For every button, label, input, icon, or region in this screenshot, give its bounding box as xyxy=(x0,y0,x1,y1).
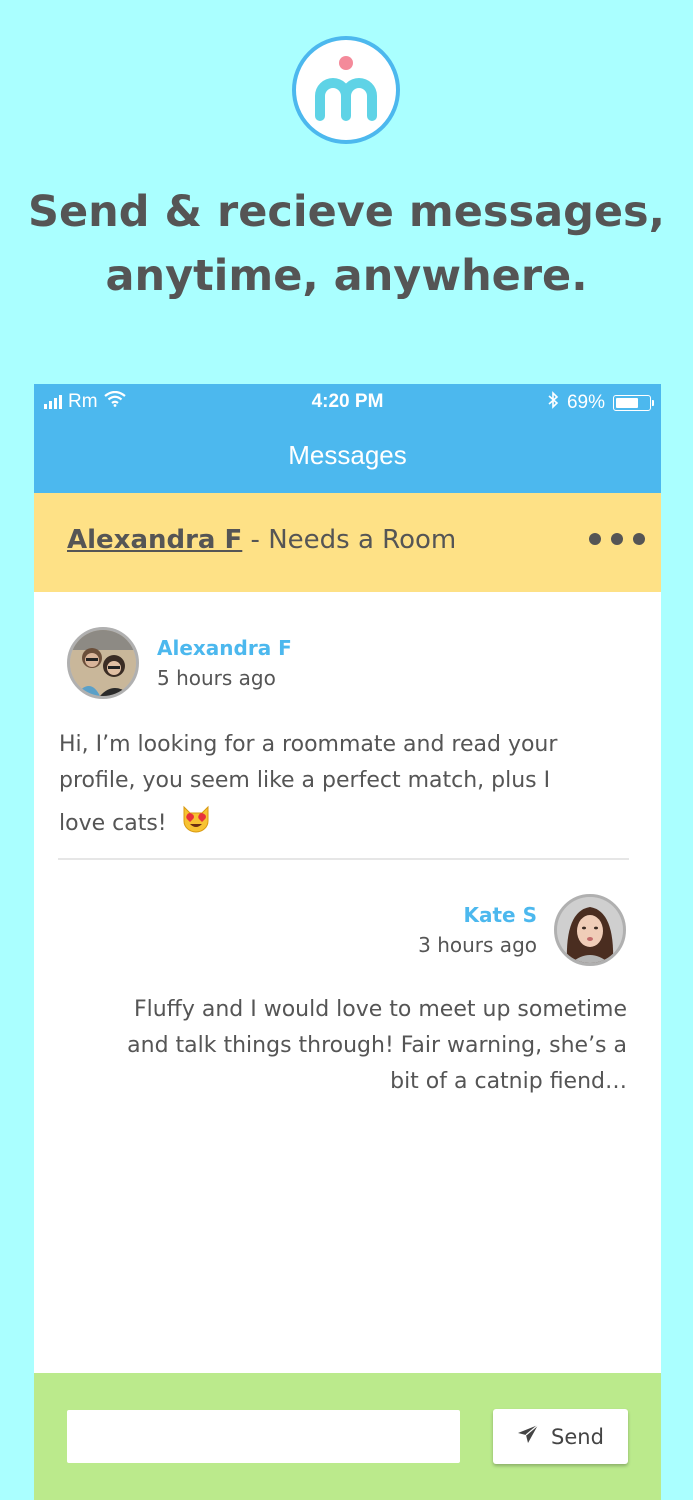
app-logo xyxy=(292,36,400,144)
message-2-line-1: Fluffy and I would love to meet up somet… xyxy=(133,997,627,1022)
message-body-2: Fluffy and I would love to meet up somet… xyxy=(67,992,627,1100)
thread-title: Alexandra F - Needs a Room xyxy=(67,525,456,555)
message-time-1: 5 hours ago xyxy=(157,666,276,690)
status-right: 69% xyxy=(547,391,654,415)
avatar-kate[interactable] xyxy=(554,894,626,966)
avatar-alexandra[interactable] xyxy=(67,627,139,699)
paper-plane-icon xyxy=(517,1424,539,1449)
battery-icon xyxy=(613,395,654,411)
message-divider xyxy=(58,858,629,860)
message-1-line-2: profile, you seem like a perfect match, … xyxy=(59,768,551,793)
phone-screen: Rm 4:20 PM 69% Messages Alexandra F - Ne… xyxy=(34,384,661,1500)
headline: Send & recieve messages, anytime, anywhe… xyxy=(0,180,693,308)
message-author-2[interactable]: Kate S xyxy=(464,903,538,927)
battery-percent: 69% xyxy=(566,392,605,413)
nav-bar: Messages xyxy=(34,418,661,493)
message-composer: Send xyxy=(34,1373,661,1500)
message-input[interactable] xyxy=(67,1410,460,1463)
message-1-line-3-text: love cats! xyxy=(59,811,167,836)
message-2-line-3: bit of a catnip fiend… xyxy=(390,1069,627,1094)
send-button[interactable]: Send xyxy=(493,1409,628,1464)
send-button-label: Send xyxy=(551,1424,604,1449)
heart-eyes-cat-emoji xyxy=(180,803,212,845)
status-bar: Rm 4:20 PM 69% xyxy=(34,384,661,418)
message-body-1: Hi, I’m looking for a roommate and read … xyxy=(59,727,639,845)
headline-line-1: Send & recieve messages, xyxy=(28,187,665,237)
message-1-line-1: Hi, I’m looking for a roommate and read … xyxy=(59,732,558,757)
message-2-line-2: and talk things through! Fair warning, s… xyxy=(127,1033,627,1058)
thread-contact-link[interactable]: Alexandra F xyxy=(67,525,242,555)
nav-title: Messages xyxy=(288,440,407,470)
bluetooth-icon xyxy=(547,391,559,415)
more-dots-icon[interactable] xyxy=(589,533,645,545)
message-time-2: 3 hours ago xyxy=(418,933,537,957)
thread-subject: Needs a Room xyxy=(268,525,457,555)
thread-header: Alexandra F - Needs a Room xyxy=(34,493,661,592)
headline-line-2: anytime, anywhere. xyxy=(105,251,588,301)
message-author-1[interactable]: Alexandra F xyxy=(157,636,292,660)
message-list: Alexandra F 5 hours ago Hi, I’m looking … xyxy=(34,592,661,1373)
thread-separator: - xyxy=(242,525,269,555)
battery-fill xyxy=(616,398,639,408)
message-1-line-3: love cats! xyxy=(59,803,639,845)
